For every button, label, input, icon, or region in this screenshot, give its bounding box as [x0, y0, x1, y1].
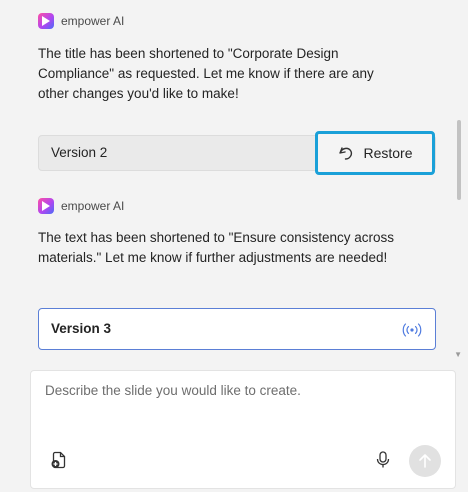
send-arrow-icon — [419, 454, 431, 468]
version-card[interactable]: Version 2 Restore — [38, 131, 436, 175]
version-label: Version 2 — [51, 145, 108, 160]
sender-name: empower AI — [61, 199, 125, 213]
prompt-input[interactable] — [43, 381, 437, 425]
message-header: empower AI — [38, 198, 124, 214]
restore-button[interactable]: Restore — [315, 131, 435, 175]
scrollbar[interactable]: ▼ — [454, 0, 462, 362]
scroll-down-icon[interactable]: ▼ — [454, 350, 462, 359]
chat-panel: empower AI The title has been shortened … — [0, 0, 462, 362]
version-label: Version 3 — [51, 321, 112, 336]
sender-name: empower AI — [61, 14, 125, 28]
message-text: The text has been shortened to "Ensure c… — [38, 230, 394, 265]
message-header: empower AI — [38, 13, 124, 29]
live-icon — [402, 323, 422, 337]
restore-label: Restore — [363, 145, 413, 161]
restore-icon — [339, 147, 353, 160]
send-button[interactable] — [409, 445, 441, 477]
app-logo-icon — [38, 198, 54, 214]
add-file-icon — [51, 451, 66, 469]
version-card-active[interactable]: Version 3 — [38, 308, 436, 350]
scrollbar-thumb[interactable] — [457, 120, 461, 200]
microphone-button[interactable] — [376, 451, 390, 474]
message-text: The title has been shortened to "Corpora… — [38, 46, 374, 101]
app-logo-icon — [38, 13, 54, 29]
add-file-button[interactable] — [51, 451, 67, 474]
microphone-icon — [376, 451, 390, 468]
prompt-composer — [30, 370, 456, 489]
